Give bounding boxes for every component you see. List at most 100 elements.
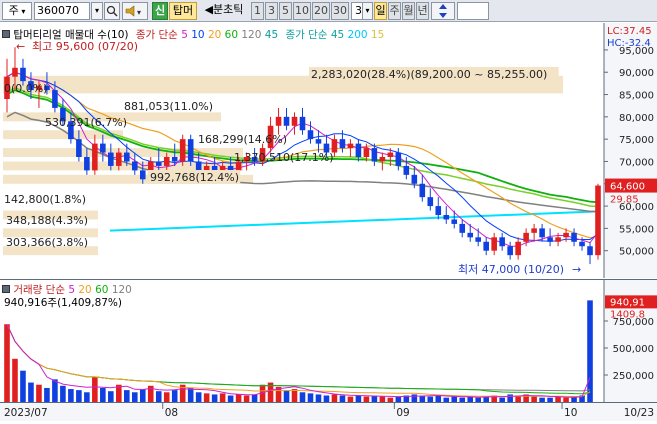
vp-label-4: 168,299(14.6%): [198, 133, 287, 146]
change-label: 29.85: [610, 195, 639, 206]
volume-bar: [131, 392, 138, 402]
search-icon[interactable]: [104, 2, 120, 20]
new-button[interactable]: 신: [152, 2, 168, 20]
hc-label: HC:-32.4: [607, 38, 651, 49]
month-button[interactable]: 월: [402, 2, 415, 20]
chart-handle-icon[interactable]: [2, 30, 10, 38]
vp-label-1: 2,283,020(28.4%)(89,200.00 ~ 85,255.00): [311, 68, 547, 81]
volume-bar: [163, 392, 170, 402]
volume-bar: [195, 392, 202, 402]
period-10-button[interactable]: 10: [293, 2, 311, 20]
volume-bar: [251, 394, 258, 402]
candle-body: [499, 237, 505, 247]
svg-text:▾: ▾: [137, 8, 141, 17]
candle-body: [187, 139, 194, 162]
price-tick-label: 75,000: [619, 135, 654, 146]
volume-tick-label: 250,000: [613, 371, 654, 382]
market-value: 주: [8, 4, 19, 17]
candle-body: [403, 165, 410, 175]
day-button[interactable]: 일: [374, 2, 387, 20]
tab-button[interactable]: 탑머: [169, 2, 197, 20]
volume-bar: [315, 394, 322, 402]
candle-body: [539, 228, 545, 238]
date-axis: 2023/07 08 09 10 10/23: [0, 402, 657, 421]
candle-body: [155, 161, 162, 166]
split-tick-button[interactable]: ◀분초틱: [198, 2, 250, 20]
candle-body: [52, 90, 58, 108]
date-label: 2023/07: [4, 407, 48, 419]
candle-body: [507, 246, 513, 256]
candle-body: [76, 139, 82, 157]
sma-60-label: 60: [224, 29, 239, 41]
volume-bar: [411, 394, 418, 402]
price-chart-svg[interactable]: 95,00090,00085,00080,00075,00070,00065,0…: [0, 23, 657, 278]
volume-bar: [187, 387, 194, 402]
candle-body: [275, 116, 282, 126]
sma-label: 종가 단순: [135, 29, 178, 41]
candle-body: [571, 232, 577, 242]
candle-body: [100, 143, 106, 153]
candle-body: [315, 139, 322, 144]
volume-bar: [235, 394, 242, 402]
candle-body: [108, 152, 114, 166]
period-5-button[interactable]: 5: [279, 2, 292, 20]
period-30-button[interactable]: 30: [331, 2, 349, 20]
current-volume-pct: 1409.8: [610, 309, 645, 320]
period-20-button[interactable]: 20: [312, 2, 330, 20]
volume-handle-icon[interactable]: [2, 285, 10, 293]
candle-body: [131, 161, 138, 171]
lc-label: LC:37.45: [607, 26, 652, 37]
candle-body: [515, 241, 521, 256]
date-label-last: 10/23: [624, 407, 654, 419]
candle-body: [20, 67, 26, 82]
volume-bar: [219, 393, 226, 402]
candle-body: [139, 170, 146, 180]
volume-last-value: 940,916주(1,409,87%): [4, 297, 123, 309]
volume-bar: [36, 384, 42, 402]
price-tick-label: 90,000: [619, 68, 654, 79]
candle-body: [347, 143, 354, 149]
candle-body: [12, 67, 18, 77]
candle-body: [299, 116, 306, 131]
env-200-line: [109, 210, 599, 232]
date-label: 09: [396, 407, 409, 419]
period-1-button[interactable]: 1: [251, 2, 264, 20]
count-dropdown-button[interactable]: ▾: [362, 2, 373, 20]
volume-bar: [20, 370, 26, 402]
volume-chart-panel: 750,000 500,000 250,000 940,91 1409.8 거래량 단순…: [0, 279, 657, 404]
updown-arrow-icon[interactable]: [431, 2, 455, 20]
price-chart-panel: 95,00090,00085,00080,00075,00070,00065,0…: [0, 23, 657, 278]
candle-body: [419, 183, 426, 198]
vp-label-5: 1,370,510(17.1%): [234, 151, 334, 164]
speaker-icon[interactable]: ▾: [122, 2, 148, 20]
low-annotation: 최저 47,000 (10/20): [458, 263, 564, 276]
candle-body: [163, 157, 170, 166]
env-45-label: 45: [330, 29, 345, 41]
vp-label-2: 881,053(11.0%): [124, 100, 213, 113]
candle-body: [179, 139, 186, 162]
price-axis-bg: [604, 23, 657, 278]
week-button[interactable]: 주: [388, 2, 401, 20]
volume-bar: [331, 394, 338, 402]
volume-bar: [12, 358, 18, 402]
market-select[interactable]: 주 ▾: [2, 2, 32, 20]
volume-bar: [139, 389, 146, 402]
candle-body: [227, 165, 234, 171]
candle-body: [435, 206, 442, 215]
period-3-button[interactable]: 3: [265, 2, 278, 20]
volume-bar: [307, 393, 314, 402]
volume-bar: [291, 389, 298, 402]
volume-bar: [587, 300, 593, 402]
candle-body: [531, 228, 537, 233]
stock-code-input[interactable]: 360070: [34, 2, 90, 20]
vp-label-3: 530,391(6.7%): [45, 116, 127, 129]
vp-label-9: 303,366(3.8%): [6, 236, 88, 249]
volume-bar: [44, 387, 50, 402]
volume-bar: [92, 377, 98, 402]
year-button[interactable]: 년: [416, 2, 429, 20]
extra-input[interactable]: [457, 2, 489, 20]
code-dropdown-button[interactable]: ▾: [91, 2, 103, 20]
vp-label-7: 142,800(1.8%): [4, 193, 86, 206]
candle-body: [123, 152, 130, 162]
sma-20-label: 20: [207, 29, 222, 41]
